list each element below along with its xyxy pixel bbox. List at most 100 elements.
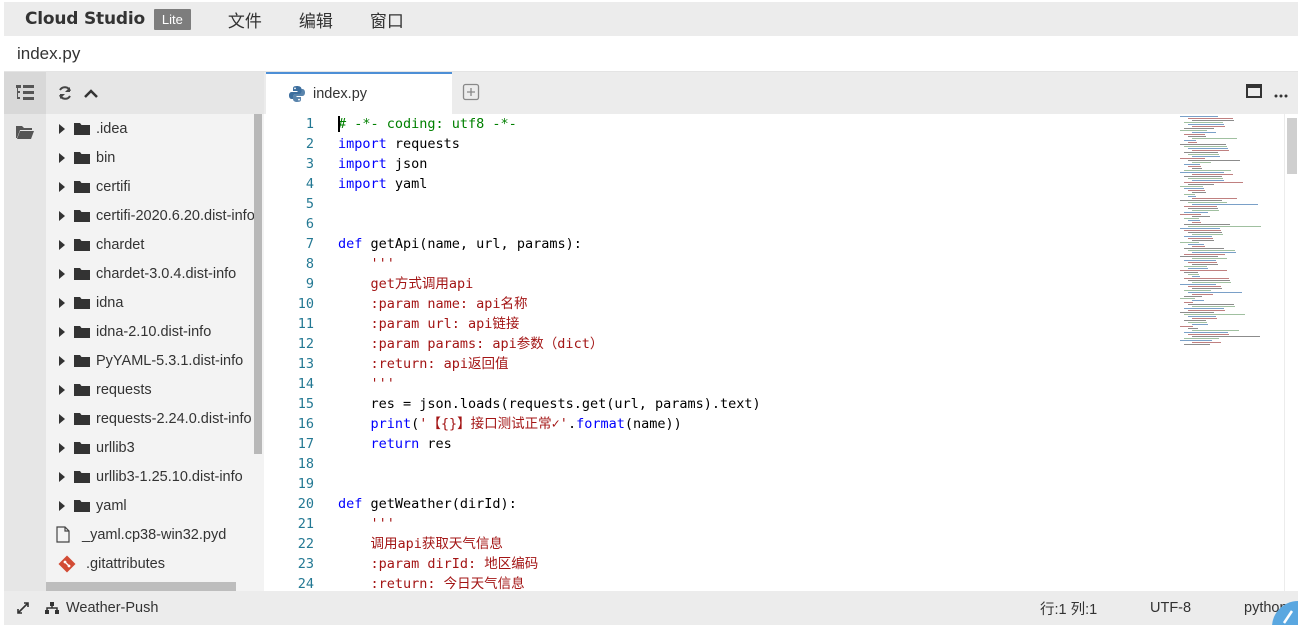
code-content[interactable]: # -*- coding: utf8 -*- import requests imp… [338, 114, 1178, 591]
app-title: Cloud Studio [25, 9, 145, 29]
new-tab-button[interactable] [462, 83, 480, 101]
status-bar: Weather-Push 行:1 列:1 UTF-8 python [4, 591, 1298, 625]
tree-folder-item[interactable]: yaml [46, 491, 264, 520]
code-line[interactable]: :param params: api参数（dict） [338, 334, 1178, 354]
caret-right-icon[interactable] [56, 123, 68, 134]
code-token: return [370, 436, 420, 452]
caret-right-icon[interactable] [56, 384, 68, 395]
code-token: res = json.loads(requests.get(url, param… [338, 396, 761, 412]
tree-folder-item[interactable]: idna [46, 288, 264, 317]
menu-edit[interactable]: 编辑 [299, 7, 333, 32]
cursor-position[interactable]: 行:1 列:1 [1040, 598, 1150, 619]
explorer-horizontal-scrollbar[interactable] [46, 582, 236, 591]
code-editor[interactable]: 1 2 3 4 5 6 7 8 9 10 11 12 13 14 15 16 17 18 19 20 21 22 23 24 … [264, 114, 1298, 591]
collapse-button[interactable] [83, 87, 99, 99]
caret-right-icon[interactable] [56, 297, 68, 308]
code-line[interactable] [338, 454, 1178, 474]
editor-scrollbar-thumb[interactable] [1287, 118, 1297, 174]
code-line[interactable]: get方式调用api [338, 274, 1178, 294]
tab-index-py[interactable]: index.py [266, 72, 452, 114]
line-number: 18 [297, 456, 314, 472]
line-number: 22 [297, 536, 314, 552]
code-line[interactable]: :return: 今日天气信息 [338, 574, 1178, 591]
code-line[interactable]: print('【{}】接口测试正常✓'.format(name)) [338, 414, 1178, 434]
code-line[interactable]: return res [338, 434, 1178, 454]
tree-folder-item[interactable]: certifi [46, 172, 264, 201]
encoding[interactable]: UTF-8 [1150, 600, 1244, 616]
minimap-line [1180, 172, 1224, 173]
expand-button[interactable] [16, 601, 30, 615]
notification-corner-icon[interactable] [1264, 595, 1298, 625]
minimap[interactable] [1180, 114, 1282, 354]
project-indicator[interactable]: Weather-Push [44, 600, 158, 616]
line-number: 12 [297, 336, 314, 352]
tree-folder-item[interactable]: .idea [46, 114, 264, 143]
code-line[interactable]: def getWeather(dirId): [338, 494, 1178, 514]
tree-item-label: bin [96, 149, 116, 166]
code-line[interactable] [338, 474, 1178, 494]
explorer-button[interactable] [4, 114, 46, 150]
tree-folder-item[interactable]: urllib3 [46, 433, 264, 462]
caret-right-icon[interactable] [56, 268, 68, 279]
tree-folder-item[interactable]: requests-2.24.0.dist-info [46, 404, 264, 433]
caret-right-icon[interactable] [56, 210, 68, 221]
tree-item-label: idna [96, 294, 124, 311]
code-line[interactable]: def getApi(name, url, params): [338, 234, 1178, 254]
tree-folder-item[interactable]: idna-2.10.dist-info [46, 317, 264, 346]
menu-file[interactable]: 文件 [228, 7, 262, 32]
caret-right-icon[interactable] [56, 181, 68, 192]
code-line[interactable]: ''' [338, 254, 1178, 274]
tree-folder-item[interactable]: certifi-2020.6.20.dist-info [46, 201, 264, 230]
tree-view-button[interactable] [4, 72, 46, 114]
minimap-line [1184, 176, 1222, 177]
code-line[interactable] [338, 194, 1178, 214]
maximize-button[interactable] [1246, 84, 1262, 101]
minimap-line [1192, 264, 1218, 265]
tree-folder-item[interactable]: chardet [46, 230, 264, 259]
line-number: 19 [297, 476, 314, 492]
menu-window[interactable]: 窗口 [370, 7, 404, 32]
tree-folder-item[interactable]: requests [46, 375, 264, 404]
caret-right-icon[interactable] [56, 442, 68, 453]
caret-right-icon[interactable] [56, 326, 68, 337]
code-line[interactable] [338, 214, 1178, 234]
tree-file-item[interactable]: _yaml.cp38-win32.pyd [46, 520, 264, 549]
code-line[interactable]: ''' [338, 374, 1178, 394]
line-number: 17 [297, 436, 314, 452]
folder-icon [74, 441, 90, 454]
code-line[interactable]: :param url: api链接 [338, 314, 1178, 334]
caret-right-icon[interactable] [56, 152, 68, 163]
code-line[interactable]: :param dirId: 地区编码 [338, 554, 1178, 574]
code-line[interactable]: ''' [338, 514, 1178, 534]
tree-folder-item[interactable]: urllib3-1.25.10.dist-info [46, 462, 264, 491]
caret-right-icon[interactable] [56, 500, 68, 511]
code-line[interactable]: res = json.loads(requests.get(url, param… [338, 394, 1178, 414]
tree-folder-item[interactable]: bin [46, 143, 264, 172]
caret-right-icon[interactable] [56, 471, 68, 482]
tree-folder-item[interactable]: PyYAML-5.3.1.dist-info [46, 346, 264, 375]
explorer-scrollbar[interactable] [254, 114, 262, 454]
tree-folder-item[interactable]: chardet-3.0.4.dist-info [46, 259, 264, 288]
tree-file-item[interactable]: .gitattributes [46, 549, 264, 578]
code-line[interactable]: import yaml [338, 174, 1178, 194]
editor-scrollbar[interactable] [1284, 114, 1298, 591]
code-token: get方式调用api [338, 276, 474, 292]
code-line[interactable]: import requests [338, 134, 1178, 154]
minimap-line [1184, 248, 1224, 249]
refresh-button[interactable] [57, 85, 73, 101]
minimap-line [1184, 182, 1243, 183]
minimap-line [1188, 250, 1235, 251]
tree-item-label: .idea [96, 120, 128, 137]
caret-right-icon[interactable] [56, 413, 68, 424]
minimap-line [1192, 252, 1236, 253]
code-line[interactable]: import json [338, 154, 1178, 174]
code-line[interactable]: :return: api返回值 [338, 354, 1178, 374]
more-button[interactable] [1274, 85, 1288, 101]
caret-right-icon[interactable] [56, 355, 68, 366]
minimap-line [1184, 146, 1227, 147]
code-line[interactable]: :param name: api名称 [338, 294, 1178, 314]
code-line[interactable]: 调用api获取天气信息 [338, 534, 1178, 554]
code-line[interactable]: # -*- coding: utf8 -*- [338, 114, 1178, 134]
caret-right-icon[interactable] [56, 239, 68, 250]
